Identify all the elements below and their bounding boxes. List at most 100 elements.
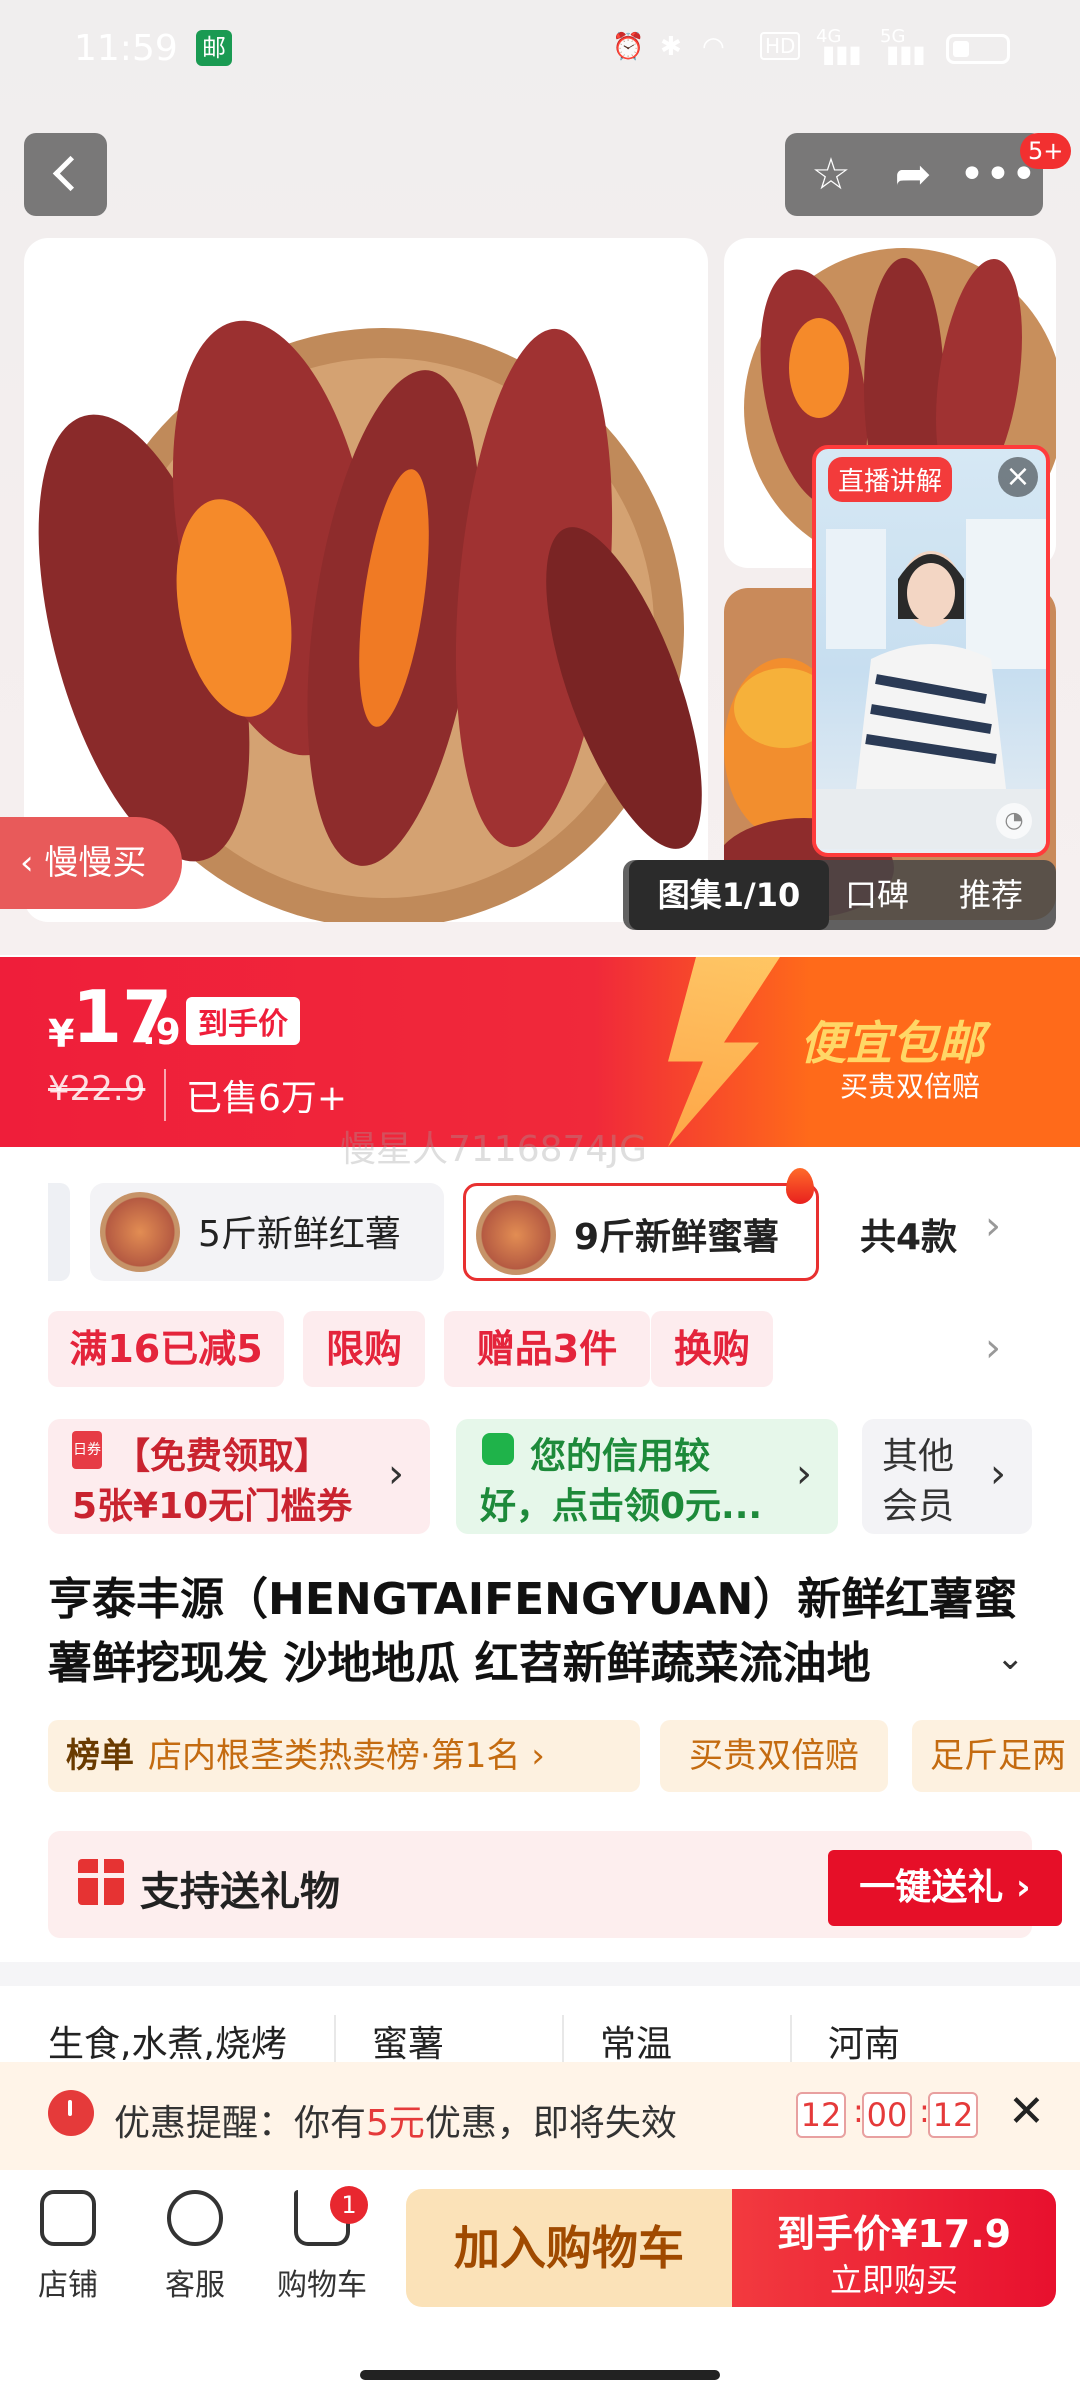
variant-thumb bbox=[476, 1195, 556, 1275]
live-stream-card[interactable]: 直播讲解 × ◔ bbox=[812, 445, 1050, 857]
gift-bar: 支持送礼物 一键送礼 › bbox=[48, 1831, 1062, 1938]
clock-icon bbox=[48, 2090, 94, 2136]
nav-shop-label: 店铺 bbox=[38, 2268, 98, 2303]
coupon-title: 其他 bbox=[882, 1436, 955, 1477]
price-banner: ¥ 17 .9 到手价 ¥22.9 已售6万+ 便宜包邮 买贵双倍赔 bbox=[0, 957, 1080, 1147]
attribute-divider bbox=[562, 2015, 564, 2063]
star-icon[interactable]: ☆ bbox=[795, 133, 867, 216]
coupon-title: 【免费领取】 bbox=[114, 1436, 331, 1477]
status-time: 11:59 bbox=[74, 28, 178, 69]
variant-label: 9斤新鲜蜜薯 bbox=[574, 1217, 780, 1258]
price-decimal: .9 bbox=[142, 1012, 181, 1053]
promo-chip[interactable]: 满16已减5 bbox=[48, 1311, 284, 1387]
chevron-right-icon[interactable]: › bbox=[985, 1203, 1001, 1249]
back-button[interactable] bbox=[24, 133, 107, 216]
price-currency: ¥ bbox=[48, 1012, 75, 1056]
attribute-value: 河南 bbox=[828, 2024, 901, 2065]
sold-count: 已售6万+ bbox=[164, 1069, 347, 1121]
tab-gallery[interactable]: 图集1/10 bbox=[629, 860, 829, 930]
gallery-tabs: 图集1/10 口碑 推荐 bbox=[623, 860, 1056, 930]
shopping-bag-icon bbox=[482, 1433, 514, 1465]
reminder-prefix: 优惠提醒：你有 bbox=[114, 2103, 367, 2144]
ranking-chip[interactable]: 榜单 店内根茎类热卖榜·第1名 › bbox=[48, 1720, 640, 1792]
ranking-label: 榜单 bbox=[66, 1736, 134, 1776]
chevron-right-icon: › bbox=[388, 1451, 404, 1497]
bluetooth-icon: ✱ bbox=[660, 32, 682, 62]
variant-total[interactable]: 共4款 bbox=[860, 1208, 957, 1260]
tab-recommend[interactable]: 推荐 bbox=[959, 860, 1023, 930]
attribute-divider bbox=[790, 2015, 792, 2063]
coupon-icon: 日券 bbox=[72, 1431, 102, 1469]
hd-icon: HD bbox=[760, 32, 801, 60]
original-price: ¥22.9 bbox=[48, 1069, 146, 1109]
watermark: 慢星人7116874JG bbox=[340, 1129, 647, 1170]
coupon-desc: 好，点击领0元... bbox=[480, 1486, 763, 1527]
buy-now-label: 立即购买 bbox=[829, 2261, 958, 2299]
promo-chip[interactable]: 换购 bbox=[651, 1311, 773, 1387]
variant-label: 5斤新鲜红薯 bbox=[198, 1214, 401, 1255]
attribute-value: 生食,水煮,烧烤 bbox=[48, 2024, 287, 2065]
nav-cart-label: 购物车 bbox=[277, 2268, 367, 2303]
chevron-down-icon[interactable]: ⌄ bbox=[996, 1638, 1025, 1678]
mute-icon[interactable]: ◔ bbox=[996, 803, 1032, 839]
nav-service-label: 客服 bbox=[165, 2268, 225, 2303]
chevron-left-icon: ‹ bbox=[20, 843, 45, 883]
product-title: 亨泰丰源（HENGTAIFENGYUAN）新鲜红薯蜜薯鲜挖现发 沙地地瓜 红苕新… bbox=[48, 1574, 1018, 1689]
chevron-right-icon[interactable]: › bbox=[985, 1325, 1001, 1371]
coupon-credit[interactable]: 您的信用较 好，点击领0元... › bbox=[456, 1419, 838, 1534]
reminder-suffix: 优惠，即将失效 bbox=[424, 2103, 677, 2144]
live-tag: 直播讲解 bbox=[828, 457, 953, 502]
variant-item-selected[interactable]: 9斤新鲜蜜薯 bbox=[463, 1183, 819, 1281]
post-app-icon: 邮 bbox=[196, 30, 232, 66]
close-icon[interactable]: × bbox=[998, 457, 1038, 497]
guarantee-chip[interactable]: 买贵双倍赔 bbox=[660, 1720, 888, 1792]
section-divider bbox=[0, 1962, 1080, 1986]
signal-icon-2: ▮▮▮ bbox=[886, 40, 926, 68]
variant-thumb bbox=[100, 1192, 180, 1272]
share-icon[interactable]: ➦ bbox=[877, 133, 949, 216]
gift-icon bbox=[78, 1859, 124, 1905]
variant-edge[interactable] bbox=[48, 1183, 70, 1281]
product-page: 11:59 邮 ⏰ ✱ ◠ HD 4G ▮▮▮ 5G ▮▮▮ ☆ ➦ ••• 5… bbox=[0, 0, 1080, 2400]
slow-buy-label: 慢慢买 bbox=[44, 843, 147, 883]
promo-chip[interactable]: 赠品3件 bbox=[444, 1311, 650, 1387]
message-badge: 5+ bbox=[1020, 133, 1072, 169]
countdown-minutes: 00 bbox=[862, 2092, 912, 2138]
flame-icon bbox=[786, 1168, 814, 1204]
service-icon bbox=[167, 2190, 223, 2246]
home-indicator[interactable] bbox=[360, 2370, 720, 2380]
attribute-divider bbox=[334, 2015, 336, 2063]
coupon-member[interactable]: 其他 会员 › bbox=[862, 1419, 1032, 1534]
add-to-cart-button[interactable]: 加入购物车 bbox=[406, 2189, 732, 2307]
wifi-icon: ◠ bbox=[702, 32, 725, 62]
shop-icon bbox=[40, 2190, 96, 2246]
slow-buy-button[interactable]: ‹ 慢慢买 bbox=[0, 817, 182, 909]
reminder-text: 优惠提醒：你有5元优惠，即将失效 bbox=[114, 2094, 677, 2146]
discount-reminder[interactable]: 优惠提醒：你有5元优惠，即将失效 12 : 00 : 12 ✕ bbox=[0, 2062, 1080, 2170]
reminder-amount: 5元 bbox=[366, 2103, 425, 2144]
chevron-right-icon: › bbox=[796, 1451, 812, 1497]
coupon-desc: 5张¥10无门槛券 bbox=[72, 1486, 353, 1527]
promo-chip[interactable]: 限购 bbox=[303, 1311, 425, 1387]
banner-slogan: 便宜包邮 bbox=[800, 1016, 984, 1070]
chevron-right-icon: › bbox=[990, 1451, 1006, 1497]
close-icon[interactable]: ✕ bbox=[1008, 2086, 1045, 2137]
buy-now-button[interactable]: 到手价¥17.9 立即购买 bbox=[732, 2189, 1056, 2307]
lightning-icon bbox=[668, 957, 780, 1147]
battery-icon bbox=[946, 34, 1010, 64]
chevron-right-icon: › bbox=[520, 1736, 545, 1776]
banner-subtitle: 买贵双倍赔 bbox=[840, 1070, 981, 1103]
status-bar: 11:59 邮 ⏰ ✱ ◠ HD 4G ▮▮▮ 5G ▮▮▮ bbox=[0, 0, 1080, 100]
attribute-value: 蜜薯 bbox=[372, 2024, 445, 2065]
coupon-free[interactable]: 日券 【免费领取】 5张¥10无门槛券 › bbox=[48, 1419, 430, 1534]
alarm-icon: ⏰ bbox=[612, 32, 645, 62]
send-gift-button[interactable]: 一键送礼 › bbox=[828, 1850, 1062, 1926]
ranking-text: 店内根茎类热卖榜·第1名 bbox=[148, 1736, 521, 1776]
coupon-title: 您的信用较 bbox=[530, 1436, 711, 1477]
buy-now-price: 到手价¥17.9 bbox=[776, 2212, 1012, 2256]
weight-guarantee-chip[interactable]: 足斤足两 bbox=[912, 1720, 1080, 1792]
variant-item[interactable]: 5斤新鲜红薯 bbox=[90, 1183, 444, 1281]
gift-text: 支持送礼物 bbox=[140, 1869, 340, 1915]
price-tag: 到手价 bbox=[186, 997, 300, 1045]
tab-reviews[interactable]: 口碑 bbox=[845, 860, 909, 930]
